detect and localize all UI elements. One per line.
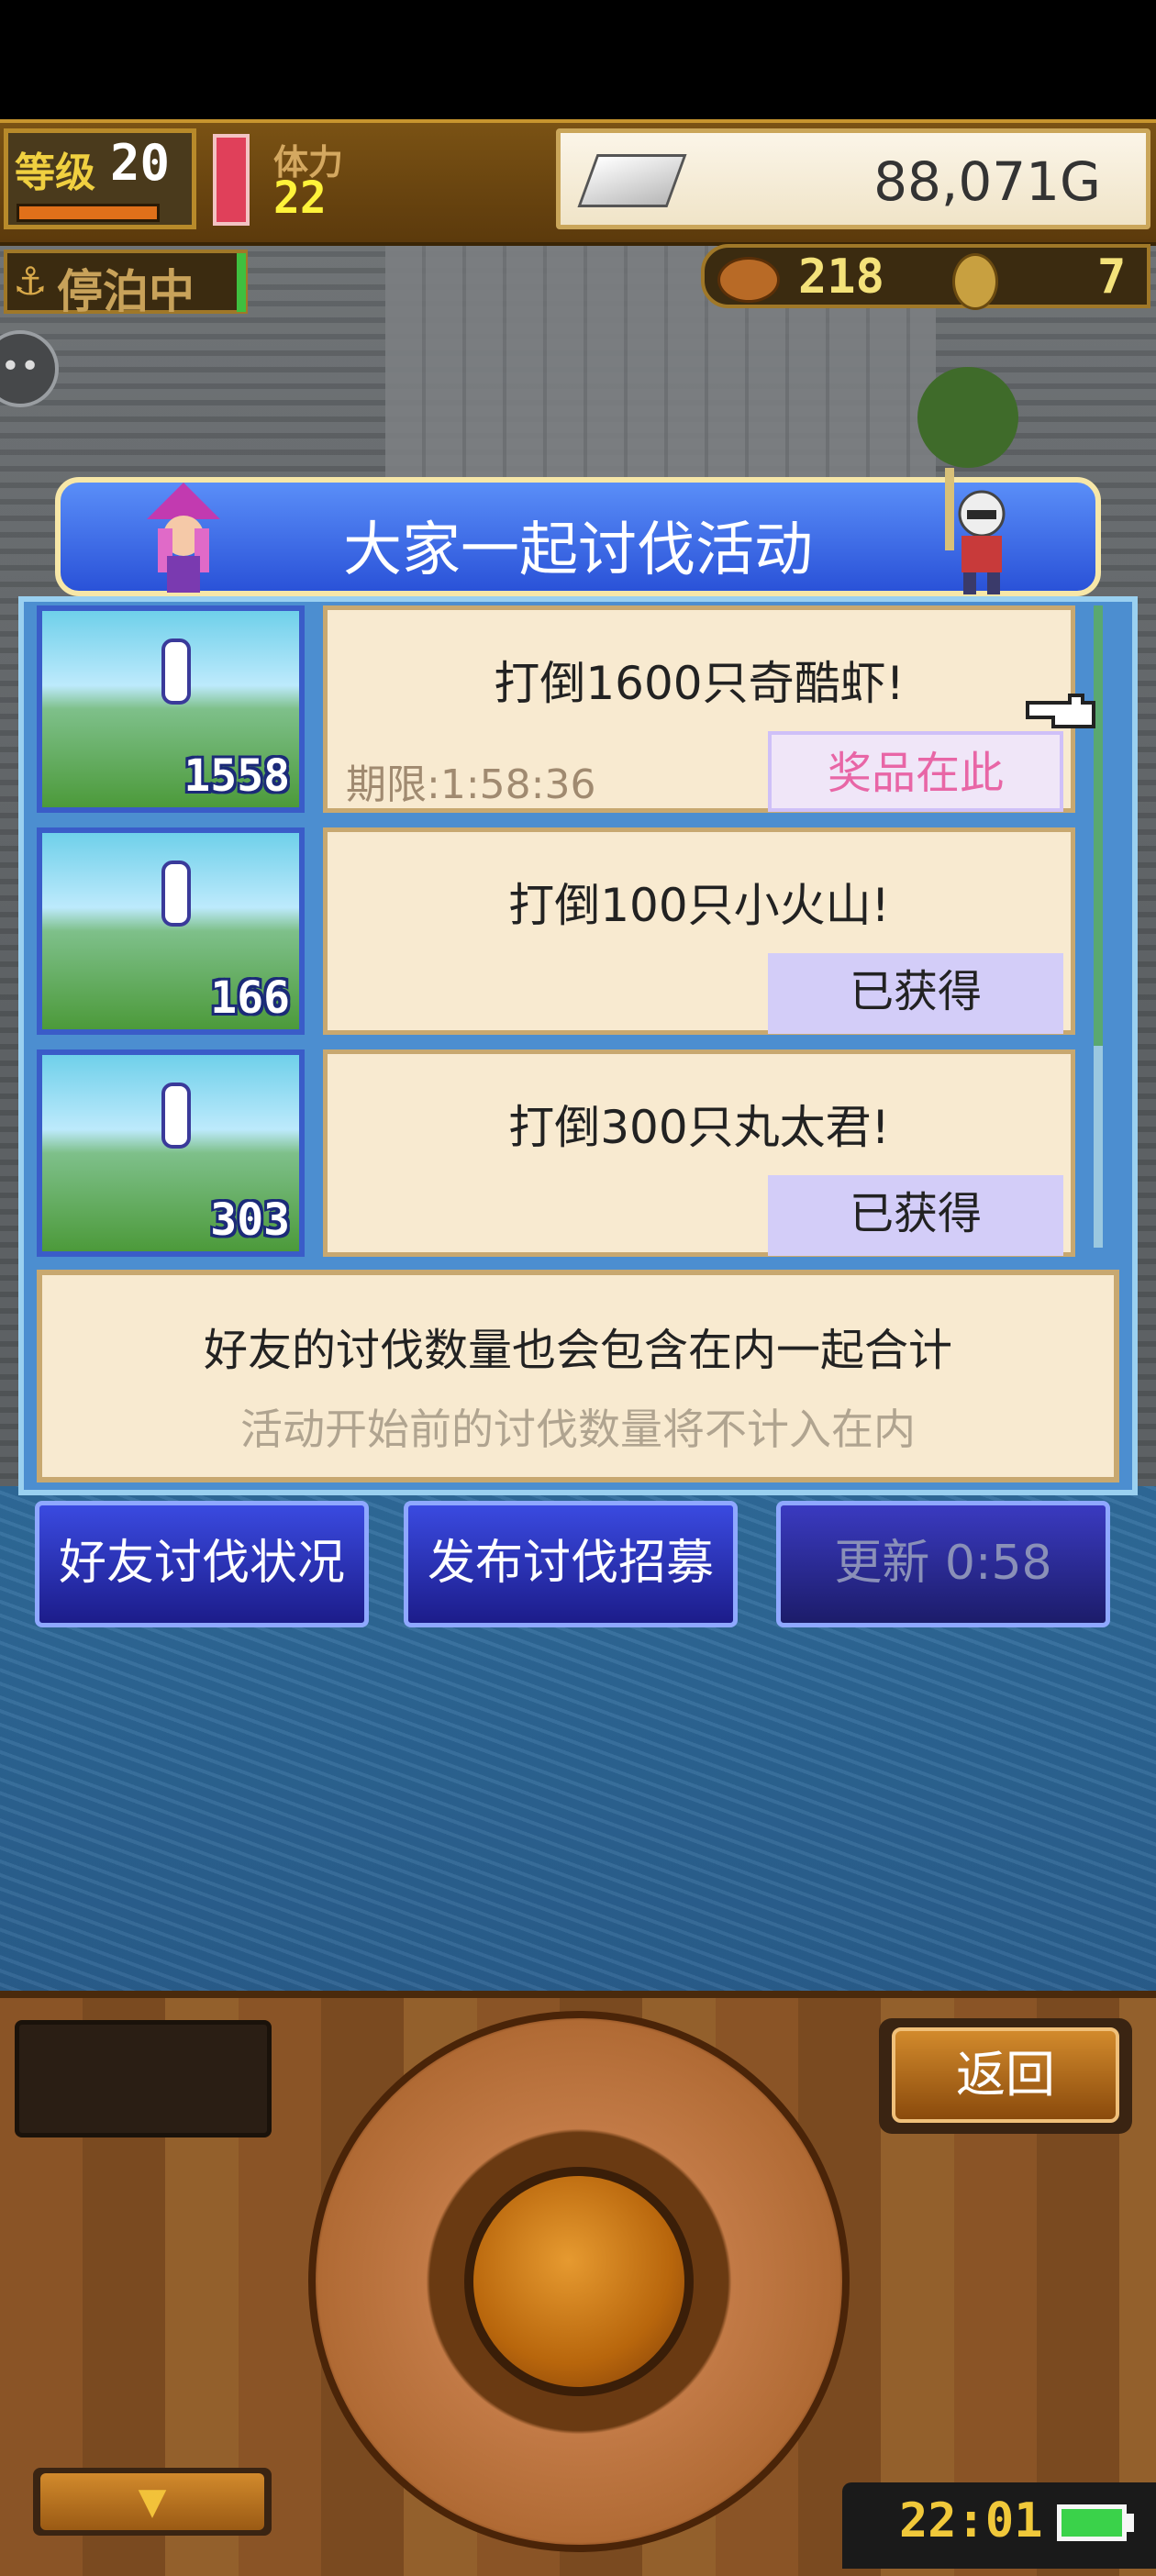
task-card: 打倒300只丸太君! 已获得 (323, 1049, 1075, 1257)
anchor-icon: ⚓ (13, 259, 48, 304)
refresh-button[interactable]: 更新 0:58 (776, 1501, 1110, 1627)
knight-character-icon (945, 468, 1006, 594)
task-card: 打倒1600只奇酷虾! 期限:1:58:36 奖品在此 (323, 605, 1075, 813)
meat-icon (717, 257, 780, 303)
action-button[interactable] (464, 2167, 694, 2396)
scrollbar-thumb[interactable] (1094, 605, 1103, 1046)
dock-status-bar (237, 253, 246, 312)
mini-screen (15, 2020, 272, 2137)
kill-count: 1558 (183, 750, 290, 802)
monster-thumbnail: 303 (37, 1049, 305, 1257)
exp-bar (17, 204, 160, 222)
monster-thumbnail: 166 (37, 827, 305, 1035)
kill-count: 303 (210, 1194, 290, 1246)
hand-pointer-icon (1026, 694, 1095, 728)
back-button[interactable]: 返回 (892, 2027, 1119, 2123)
friends-status-button[interactable]: 好友讨伐状况 (35, 1501, 369, 1627)
exclamation-icon (161, 1083, 191, 1149)
level-value: 20 (110, 134, 171, 192)
task-card: 打倒100只小火山! 已获得 (323, 827, 1075, 1035)
gold-amount: 88,071G (873, 150, 1101, 213)
meat-count: 218 (798, 250, 884, 305)
medal-count: 7 (1097, 250, 1127, 305)
exclamation-icon (161, 638, 191, 705)
task-row[interactable]: 1558 打倒1600只奇酷虾! 期限:1:58:36 奖品在此 (37, 605, 1075, 816)
prize-button[interactable]: 奖品在此 (768, 731, 1063, 812)
clock: 22:01 (899, 2493, 1043, 2548)
exclamation-icon (161, 861, 191, 927)
tree (917, 367, 1018, 468)
info-note: 活动开始前的讨伐数量将不计入在内 (240, 1405, 916, 1454)
level-label: 等级 (15, 150, 95, 196)
medal-icon (952, 253, 998, 310)
stamina-value: 22 (273, 172, 327, 224)
monster-thumbnail: 1558 (37, 605, 305, 813)
kill-count: 166 (210, 972, 290, 1024)
battery-icon (1057, 2504, 1127, 2541)
obtained-badge: 已获得 (768, 953, 1063, 1034)
witch-character-icon (147, 483, 220, 593)
down-arrow-button[interactable]: ▼ (40, 2473, 264, 2530)
info-text: 好友的讨伐数量也会包含在内一起合计 (203, 1325, 952, 1376)
hp-gauge (213, 134, 250, 226)
post-recruit-button[interactable]: 发布讨伐招募 (404, 1501, 738, 1627)
task-text: 打倒100只小火山! (508, 879, 890, 932)
battery-cap (1127, 2514, 1134, 2532)
task-row[interactable]: 303 打倒300只丸太君! 已获得 (37, 1049, 1075, 1260)
task-text: 打倒300只丸太君! (508, 1101, 890, 1154)
task-row[interactable]: 166 打倒100只小火山! 已获得 (37, 827, 1075, 1038)
task-text: 打倒1600只奇酷虾! (494, 657, 905, 710)
obtained-badge: 已获得 (768, 1175, 1063, 1256)
dock-status-text: 停泊中 (57, 265, 195, 318)
task-deadline: 期限:1:58:36 (346, 761, 596, 808)
